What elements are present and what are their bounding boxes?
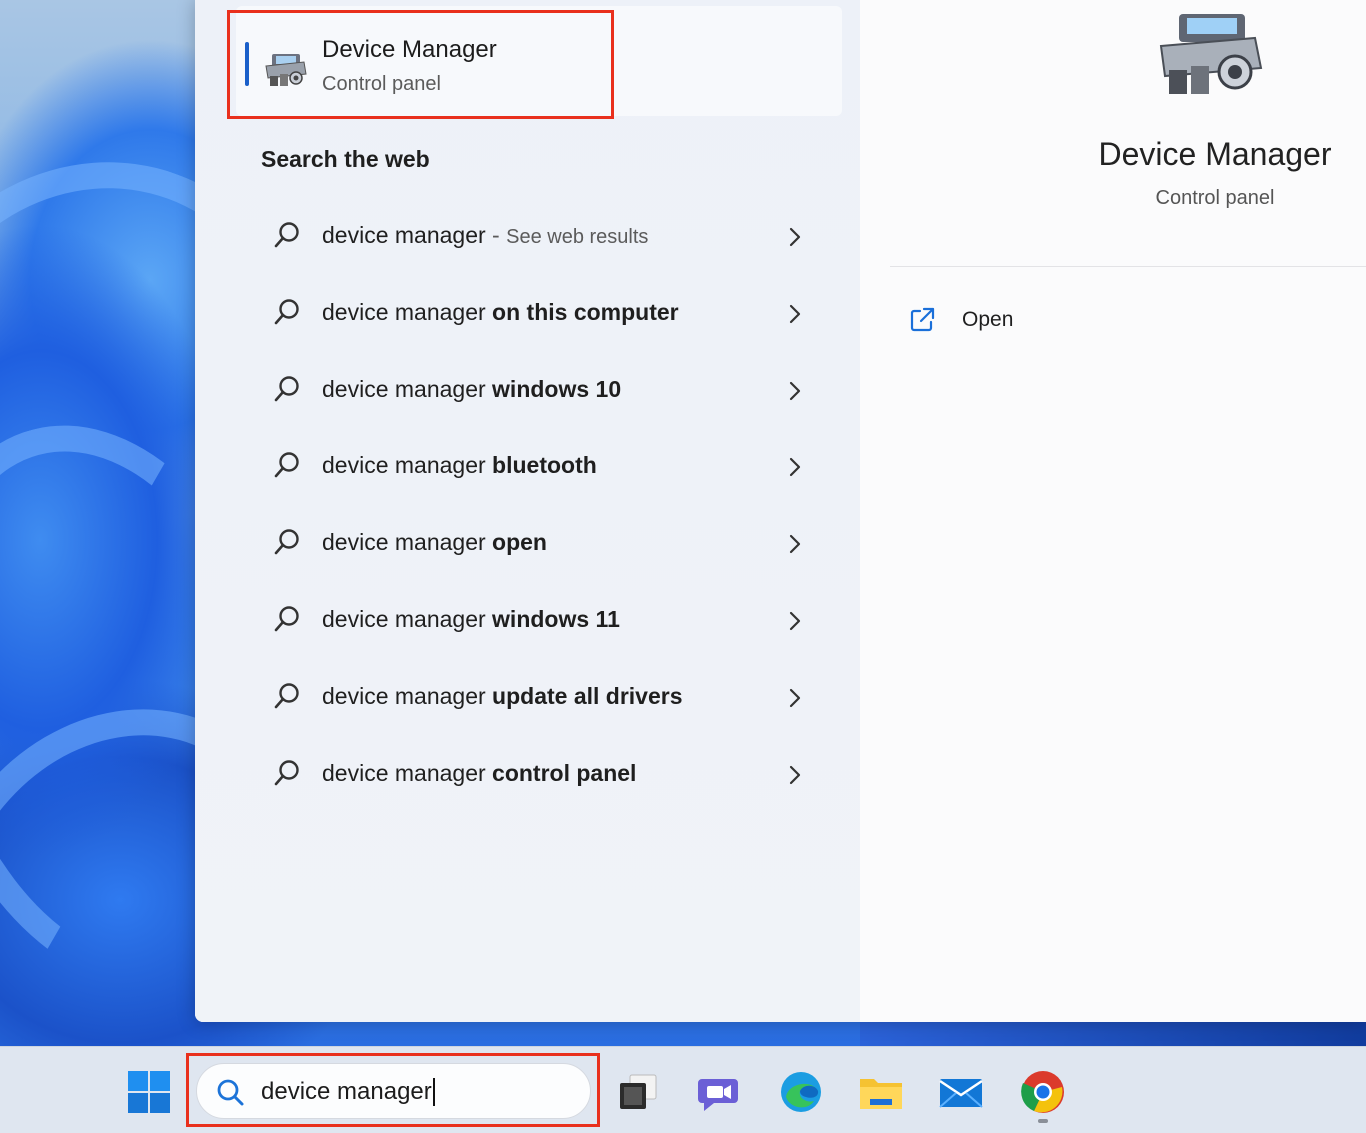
web-result-item[interactable]: device manager open — [236, 505, 842, 582]
search-icon — [274, 529, 299, 555]
wallpaper-strip — [860, 1018, 1366, 1046]
web-result-text: device manager - See web results — [322, 222, 649, 248]
file-explorer-icon[interactable] — [858, 1069, 904, 1115]
chevron-right-icon — [789, 381, 801, 400]
web-result-item[interactable]: device manager windows 11 — [236, 582, 842, 659]
chevron-right-icon — [789, 227, 801, 247]
web-result-text: device manager windows 11 — [322, 605, 620, 632]
device-manager-large-icon — [1159, 14, 1263, 94]
best-match-highlight — [227, 10, 614, 119]
results-pane: Device Manager Control panel Search the … — [195, 0, 860, 1022]
task-view-icon[interactable] — [616, 1069, 662, 1115]
web-result-item[interactable]: device manager windows 10 — [236, 352, 842, 429]
web-result-item[interactable]: device manager on this computer — [236, 275, 842, 352]
details-subtitle: Control panel — [1155, 187, 1275, 209]
chevron-right-icon — [789, 611, 801, 631]
chrome-icon[interactable] — [1020, 1069, 1066, 1115]
search-icon — [274, 759, 299, 785]
taskbar: device manager — [0, 1046, 1366, 1133]
open-external-icon — [910, 307, 935, 332]
mail-icon[interactable] — [938, 1069, 984, 1115]
web-result-text: device manager on this computer — [322, 298, 679, 325]
search-icon — [274, 452, 299, 478]
details-title: Device Manager — [1098, 136, 1332, 172]
chevron-right-icon — [789, 304, 801, 323]
web-result-text: device manager windows 10 — [322, 375, 622, 402]
details-pane: Device Manager Control panel Open — [860, 0, 1366, 1022]
running-indicator — [1038, 1119, 1048, 1123]
search-icon — [274, 222, 299, 248]
search-box-highlight — [186, 1053, 600, 1127]
search-icon — [274, 375, 299, 401]
search-icon — [274, 299, 299, 325]
chevron-right-icon — [789, 458, 801, 477]
search-icon — [274, 683, 299, 709]
teams-chat-icon[interactable] — [696, 1069, 742, 1115]
web-result-item[interactable]: device manager update all drivers — [236, 659, 842, 736]
search-icon — [274, 606, 299, 632]
web-results-list: device manager - See web results device … — [236, 198, 842, 812]
chevron-right-icon — [789, 765, 801, 784]
web-result-text: device manager update all drivers — [322, 682, 683, 709]
separator-dash: - — [492, 222, 500, 248]
web-result-item[interactable]: device manager control panel — [236, 736, 842, 813]
chevron-right-icon — [789, 688, 801, 707]
web-section-header: Search the web — [261, 146, 430, 172]
windows-start-icon[interactable] — [126, 1069, 172, 1115]
open-action[interactable]: Open — [908, 300, 1108, 340]
edge-icon[interactable] — [778, 1069, 824, 1115]
details-divider — [890, 266, 1366, 267]
web-result-text: device manager bluetooth — [322, 452, 597, 479]
search-flyout: Device Manager Control panel Search the … — [195, 0, 1366, 1022]
web-result-item[interactable]: device manager - See web results — [236, 198, 842, 275]
web-result-item[interactable]: device manager bluetooth — [236, 428, 842, 505]
web-result-text: device manager control panel — [322, 759, 637, 786]
chevron-right-icon — [789, 535, 801, 554]
open-label: Open — [962, 308, 1014, 331]
web-result-text: device manager open — [322, 529, 547, 556]
